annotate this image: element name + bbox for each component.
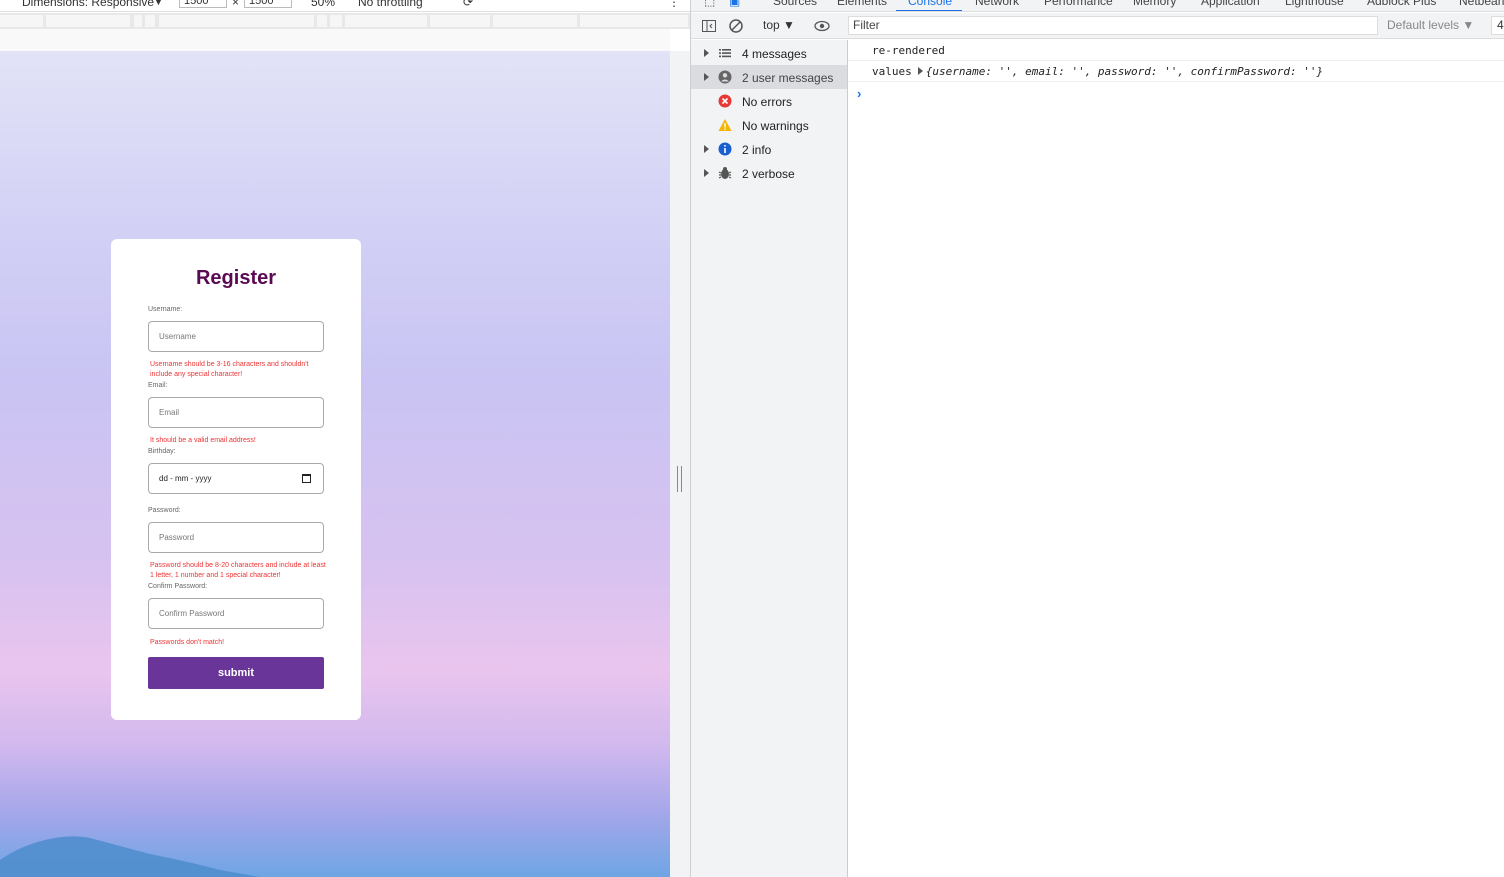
inspect-element-icon[interactable]: ⬚ <box>704 0 715 8</box>
tab-performance[interactable]: Performance <box>1044 0 1113 8</box>
issues-count-badge[interactable]: 4 <box>1491 16 1504 35</box>
levels-select[interactable]: Default levels ▼ <box>1387 18 1474 32</box>
expand-arrow-icon[interactable] <box>704 73 709 81</box>
context-select[interactable]: top ▼ <box>763 18 795 32</box>
tab-network[interactable]: Network <box>975 0 1019 8</box>
sidebar-item-label: 4 messages <box>742 47 807 61</box>
user-icon <box>718 70 732 84</box>
tab-console[interactable]: Console <box>908 0 952 8</box>
submit-button[interactable]: submit <box>148 657 324 689</box>
resize-handle[interactable] <box>677 466 682 492</box>
clear-console-icon[interactable] <box>728 18 744 34</box>
username-input[interactable]: Username <box>148 321 324 352</box>
info-icon <box>718 142 732 156</box>
sidebar-item-label: 2 user messages <box>742 71 834 85</box>
console-prompt[interactable]: › <box>857 86 861 101</box>
device-toggle-icon[interactable]: ▣ <box>729 0 740 8</box>
device-emulation-pane: Dimensions: Responsive ▼ 1500 × 1500 50%… <box>0 0 690 877</box>
sidebar-item-verbose[interactable]: 2 verbose <box>691 161 847 185</box>
console-sidebar: 4 messages 2 user messages No errors No <box>691 40 848 877</box>
username-error: Username should be 3-16 characters and s… <box>150 361 309 378</box>
times-sign: × <box>232 0 240 9</box>
username-label: Username: <box>148 306 183 313</box>
active-tab-indicator <box>896 10 962 11</box>
calendar-icon[interactable] <box>302 474 311 483</box>
password-error: Password should be 8-20 characters and i… <box>150 562 326 579</box>
log-line: re-rendered <box>848 40 1504 61</box>
email-error: It should be a valid email address! <box>150 437 256 444</box>
confirm-password-label: Confirm Password: <box>148 583 208 590</box>
password-label: Password: <box>148 507 181 514</box>
more-options-icon[interactable]: ⋮ <box>668 0 680 9</box>
log-prefix: values <box>872 65 912 78</box>
register-title: Register <box>195 267 277 289</box>
tab-netbeans[interactable]: Netbeans <box>1459 0 1504 8</box>
page-viewport: Register Username: Username Username sho… <box>0 51 670 877</box>
dimensions-select[interactable]: Dimensions: Responsive <box>22 0 154 9</box>
throttle-select[interactable]: No throttling <box>358 0 423 9</box>
mountain-silhouette <box>0 836 260 877</box>
devtools-panel: ⬚ ▣ Sources Elements Console Network Per… <box>690 0 1504 877</box>
rotate-icon[interactable]: ⟳ <box>463 0 473 9</box>
confirm-password-input[interactable]: Confirm Password <box>148 598 324 629</box>
birthday-input[interactable]: dd - mm - yyyy <box>148 463 324 494</box>
tab-sources[interactable]: Sources <box>773 0 817 8</box>
devtools-tab-bar: ⬚ ▣ Sources Elements Console Network Per… <box>691 0 1504 12</box>
sidebar-item-label: 2 info <box>742 143 772 157</box>
height-input[interactable]: 1500 <box>244 0 292 8</box>
chevron-down-icon: ▼ <box>154 0 163 7</box>
tab-elements[interactable]: Elements <box>837 0 887 8</box>
list-icon <box>719 49 731 58</box>
warning-icon <box>718 119 732 131</box>
log-line: values {username: '', email: '', password… <box>848 61 1504 82</box>
expand-arrow-icon[interactable] <box>704 145 709 153</box>
log-message: re-rendered <box>872 44 945 57</box>
error-icon <box>718 94 732 108</box>
tab-memory[interactable]: Memory <box>1133 0 1176 8</box>
sidebar-item-info[interactable]: 2 info <box>691 137 847 161</box>
width-input[interactable]: 1500 <box>179 0 227 8</box>
zoom-select[interactable]: 50% <box>311 0 335 9</box>
sidebar-item-label: 2 verbose <box>742 167 795 181</box>
live-expression-eye-icon[interactable] <box>814 18 830 34</box>
email-input[interactable]: Email <box>148 397 324 428</box>
birthday-placeholder: dd - mm - yyyy <box>159 474 212 483</box>
email-label: Email: <box>148 382 168 389</box>
sidebar-toggle-icon[interactable] <box>701 18 717 34</box>
tab-lighthouse[interactable]: Lighthouse <box>1285 0 1344 8</box>
console-output: re-rendered values {username: '', email: … <box>848 40 1504 877</box>
sidebar-item-label: No errors <box>742 95 793 109</box>
register-card: Register Username: Username Username sho… <box>111 239 361 720</box>
tab-adblock-plus[interactable]: Adblock Plus <box>1367 0 1436 8</box>
expand-object-icon[interactable] <box>917 67 923 75</box>
log-object[interactable]: {username: '', email: '', password: '', … <box>926 65 1323 78</box>
media-query-ruler[interactable] <box>0 13 690 29</box>
sidebar-item-messages[interactable]: 4 messages <box>691 41 847 65</box>
password-input[interactable]: Password <box>148 522 324 553</box>
viewport-top-gap <box>0 29 670 51</box>
expand-arrow-icon[interactable] <box>704 169 709 177</box>
confirm-password-error: Passwords don't match! <box>150 639 225 646</box>
expand-arrow-icon[interactable] <box>704 49 709 57</box>
birthday-label: Birthday: <box>148 448 176 455</box>
sidebar-item-user-messages[interactable]: 2 user messages <box>691 65 847 89</box>
sidebar-item-label: No warnings <box>742 119 809 133</box>
sidebar-item-warnings[interactable]: No warnings <box>691 113 847 137</box>
filter-input[interactable]: Filter <box>848 16 1378 35</box>
device-toolbar: Dimensions: Responsive ▼ 1500 × 1500 50%… <box>0 0 690 12</box>
device-scroll-gutter <box>670 51 690 877</box>
tab-application[interactable]: Application <box>1201 0 1260 8</box>
console-toolbar: top ▼ Filter Default levels ▼ 4 <box>691 13 1504 39</box>
sidebar-item-errors[interactable]: No errors <box>691 89 847 113</box>
bug-icon <box>718 167 732 179</box>
